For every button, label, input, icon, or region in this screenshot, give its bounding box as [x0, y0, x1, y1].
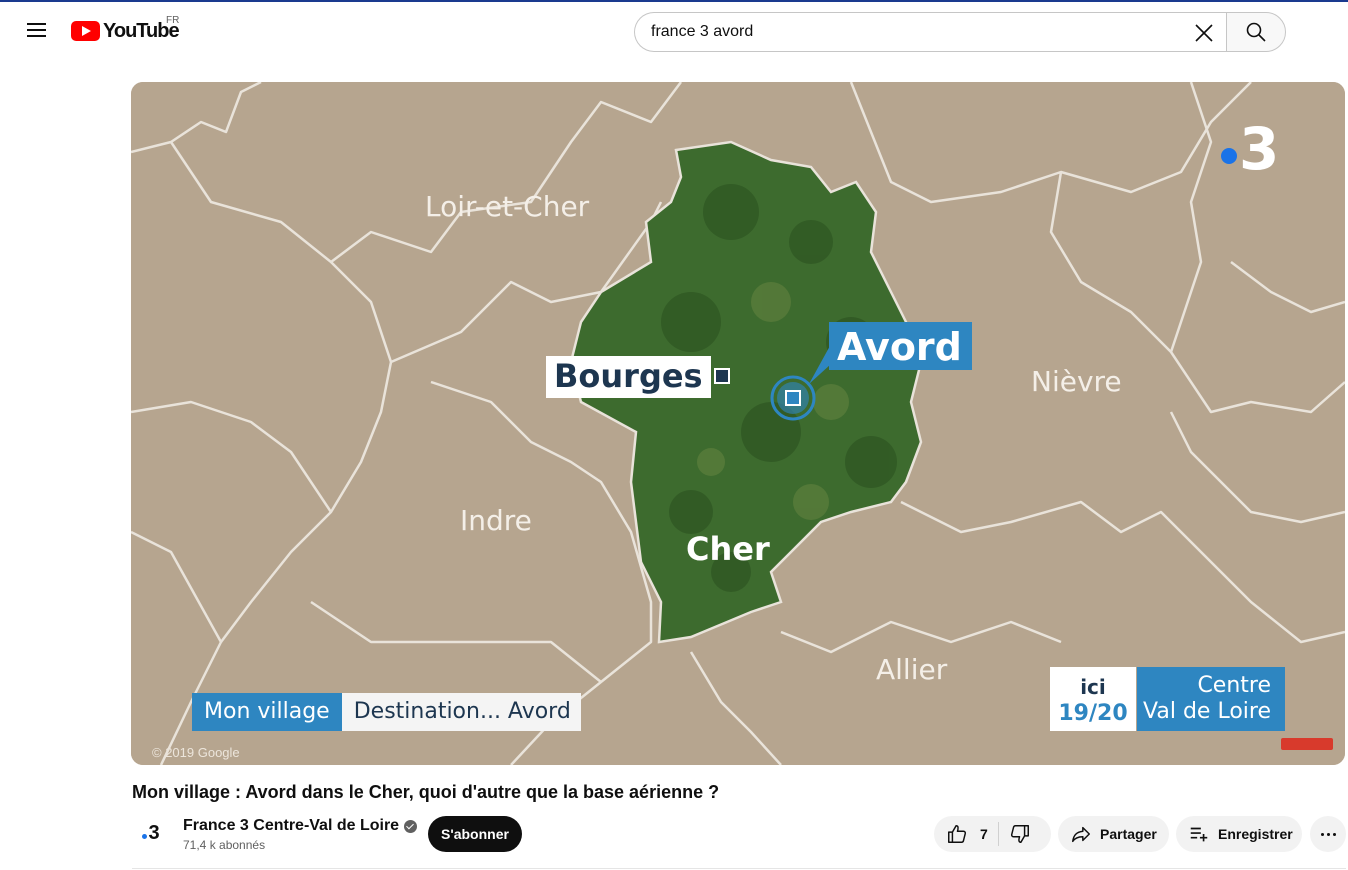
city-label-bourges: Bourges [546, 356, 711, 398]
region-line2: Val de Loire [1143, 699, 1271, 724]
channel-avatar[interactable]: 3 [136, 818, 166, 848]
playlist-add-icon [1190, 827, 1208, 842]
save-label: Enregistrer [1218, 826, 1293, 842]
share-icon [1072, 826, 1090, 843]
lower-third: Mon village Destination... Avord [192, 693, 581, 731]
thumbs-down-icon [1010, 825, 1029, 843]
label-cher: Cher [686, 530, 770, 568]
search-button[interactable] [1226, 12, 1286, 52]
region-box: Centre Val de Loire [1137, 667, 1285, 731]
share-button[interactable]: Partager [1058, 816, 1169, 852]
map-background [131, 82, 1345, 765]
like-button[interactable]: 7 [934, 816, 998, 852]
ici-logo: ici [1080, 675, 1106, 699]
hamburger-menu-icon[interactable] [16, 10, 56, 50]
share-label: Partager [1100, 826, 1157, 842]
close-icon[interactable] [1188, 17, 1220, 49]
subscriber-count: 71,4 k abonnés [183, 838, 266, 852]
subscribe-button[interactable]: S'abonner [428, 816, 522, 852]
city-label-avord: Avord [829, 322, 972, 370]
ici-brand-box: ici 19/20 [1050, 667, 1136, 731]
verified-check-icon [404, 819, 418, 833]
label-indre: Indre [460, 504, 532, 537]
masthead: YouTube FR [0, 2, 1348, 58]
lower-third-program: Mon village [192, 693, 342, 731]
video-player[interactable]: Loir-et-Cher Indre Nièvre Allier Cher Bo… [131, 82, 1345, 765]
ici-time: 19/20 [1058, 701, 1128, 726]
france3-channel-logo: 3 [1221, 120, 1279, 178]
more-actions-icon[interactable] [1310, 816, 1346, 852]
youtube-play-icon [71, 21, 100, 41]
save-button[interactable]: Enregistrer [1176, 816, 1302, 852]
region-line1: Centre [1197, 673, 1271, 698]
divider [132, 868, 1346, 869]
channel-name-text: France 3 Centre-Val de Loire [183, 817, 400, 834]
youtube-logo[interactable]: YouTube [71, 19, 180, 43]
blue-dot-icon [142, 833, 148, 839]
search-box [634, 12, 1226, 52]
like-dislike-group: 7 [934, 816, 1051, 852]
search-input[interactable] [651, 17, 1171, 47]
dislike-button[interactable] [999, 816, 1031, 852]
thumbs-up-icon [948, 825, 967, 843]
blue-dot-icon [1221, 148, 1237, 164]
video-title: Mon village : Avord dans le Cher, quoi d… [132, 782, 720, 802]
subscribe-watermark-icon[interactable] [1281, 738, 1333, 750]
search-icon [1246, 22, 1266, 42]
like-count: 7 [980, 826, 988, 842]
label-allier: Allier [876, 653, 948, 686]
label-nievre: Nièvre [1031, 365, 1122, 398]
region-code: FR [166, 15, 180, 26]
lower-third-topic: Destination... Avord [341, 693, 581, 731]
map-copyright: © 2019 Google [152, 745, 240, 760]
channel-name[interactable]: France 3 Centre-Val de Loire [183, 817, 418, 835]
label-loir-et-cher: Loir-et-Cher [425, 190, 590, 223]
